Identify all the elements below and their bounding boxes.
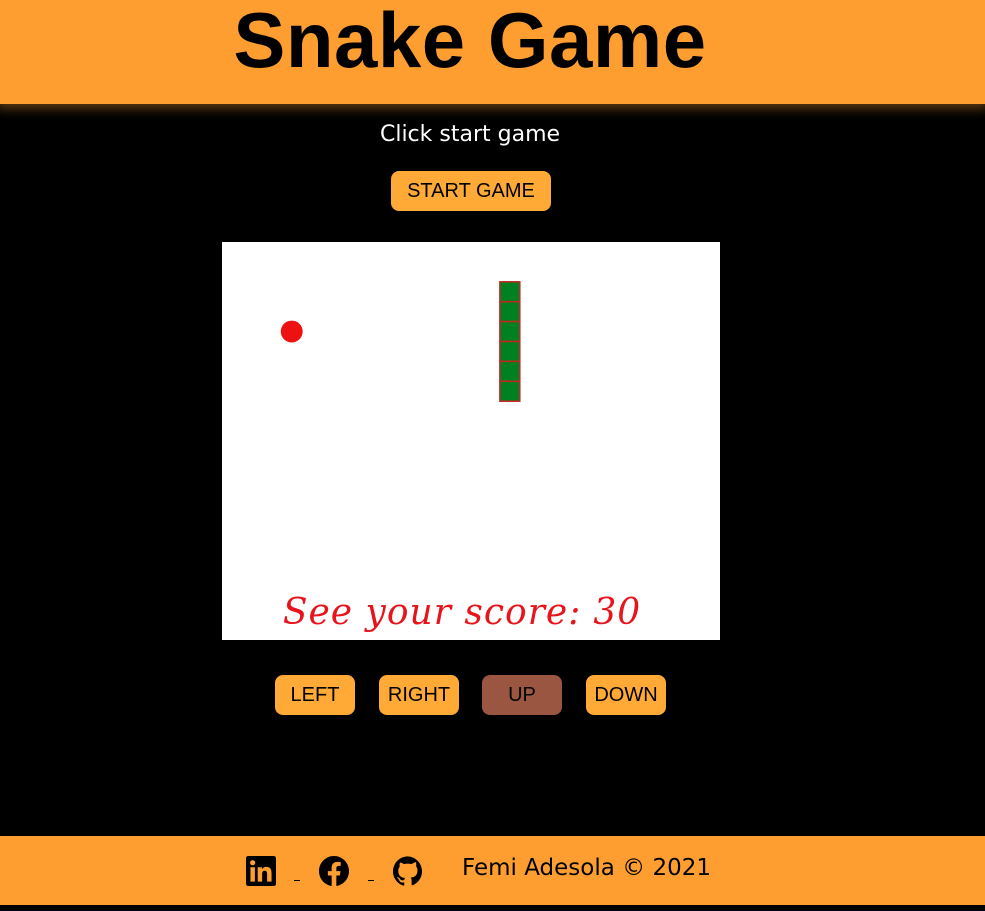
score-label: See your score: <box>282 592 582 633</box>
right-button[interactable]: RIGHT <box>379 675 459 715</box>
snake-segment <box>499 281 521 303</box>
down-button[interactable]: DOWN <box>586 675 666 715</box>
instruction-text: Click start game <box>379 122 561 147</box>
score-value: 30 <box>593 592 642 633</box>
github-icon[interactable] <box>393 856 423 886</box>
game-board[interactable] <box>222 242 720 640</box>
snake-segment <box>499 340 521 363</box>
snake-segment <box>499 320 521 343</box>
copyright-text: Femi Adesola © 2021 <box>462 855 712 881</box>
facebook-icon[interactable] <box>319 856 349 886</box>
page-title: Snake Game <box>233 0 707 84</box>
snake-segment <box>499 380 521 402</box>
linkedin-icon[interactable] <box>246 856 276 886</box>
link-underline <box>368 880 374 881</box>
up-button[interactable]: UP <box>482 675 562 715</box>
link-underline <box>294 880 300 881</box>
food-apple <box>280 320 303 343</box>
game-canvas <box>280 281 521 402</box>
header: Snake Game <box>0 0 985 104</box>
footer: Femi Adesola © 2021 <box>0 836 985 905</box>
start-game-button[interactable]: START GAME <box>391 171 551 211</box>
snake-segment <box>499 360 521 383</box>
snake-segment <box>499 300 521 323</box>
score-display: See your score: 30 <box>222 592 702 633</box>
left-button[interactable]: LEFT <box>275 675 355 715</box>
